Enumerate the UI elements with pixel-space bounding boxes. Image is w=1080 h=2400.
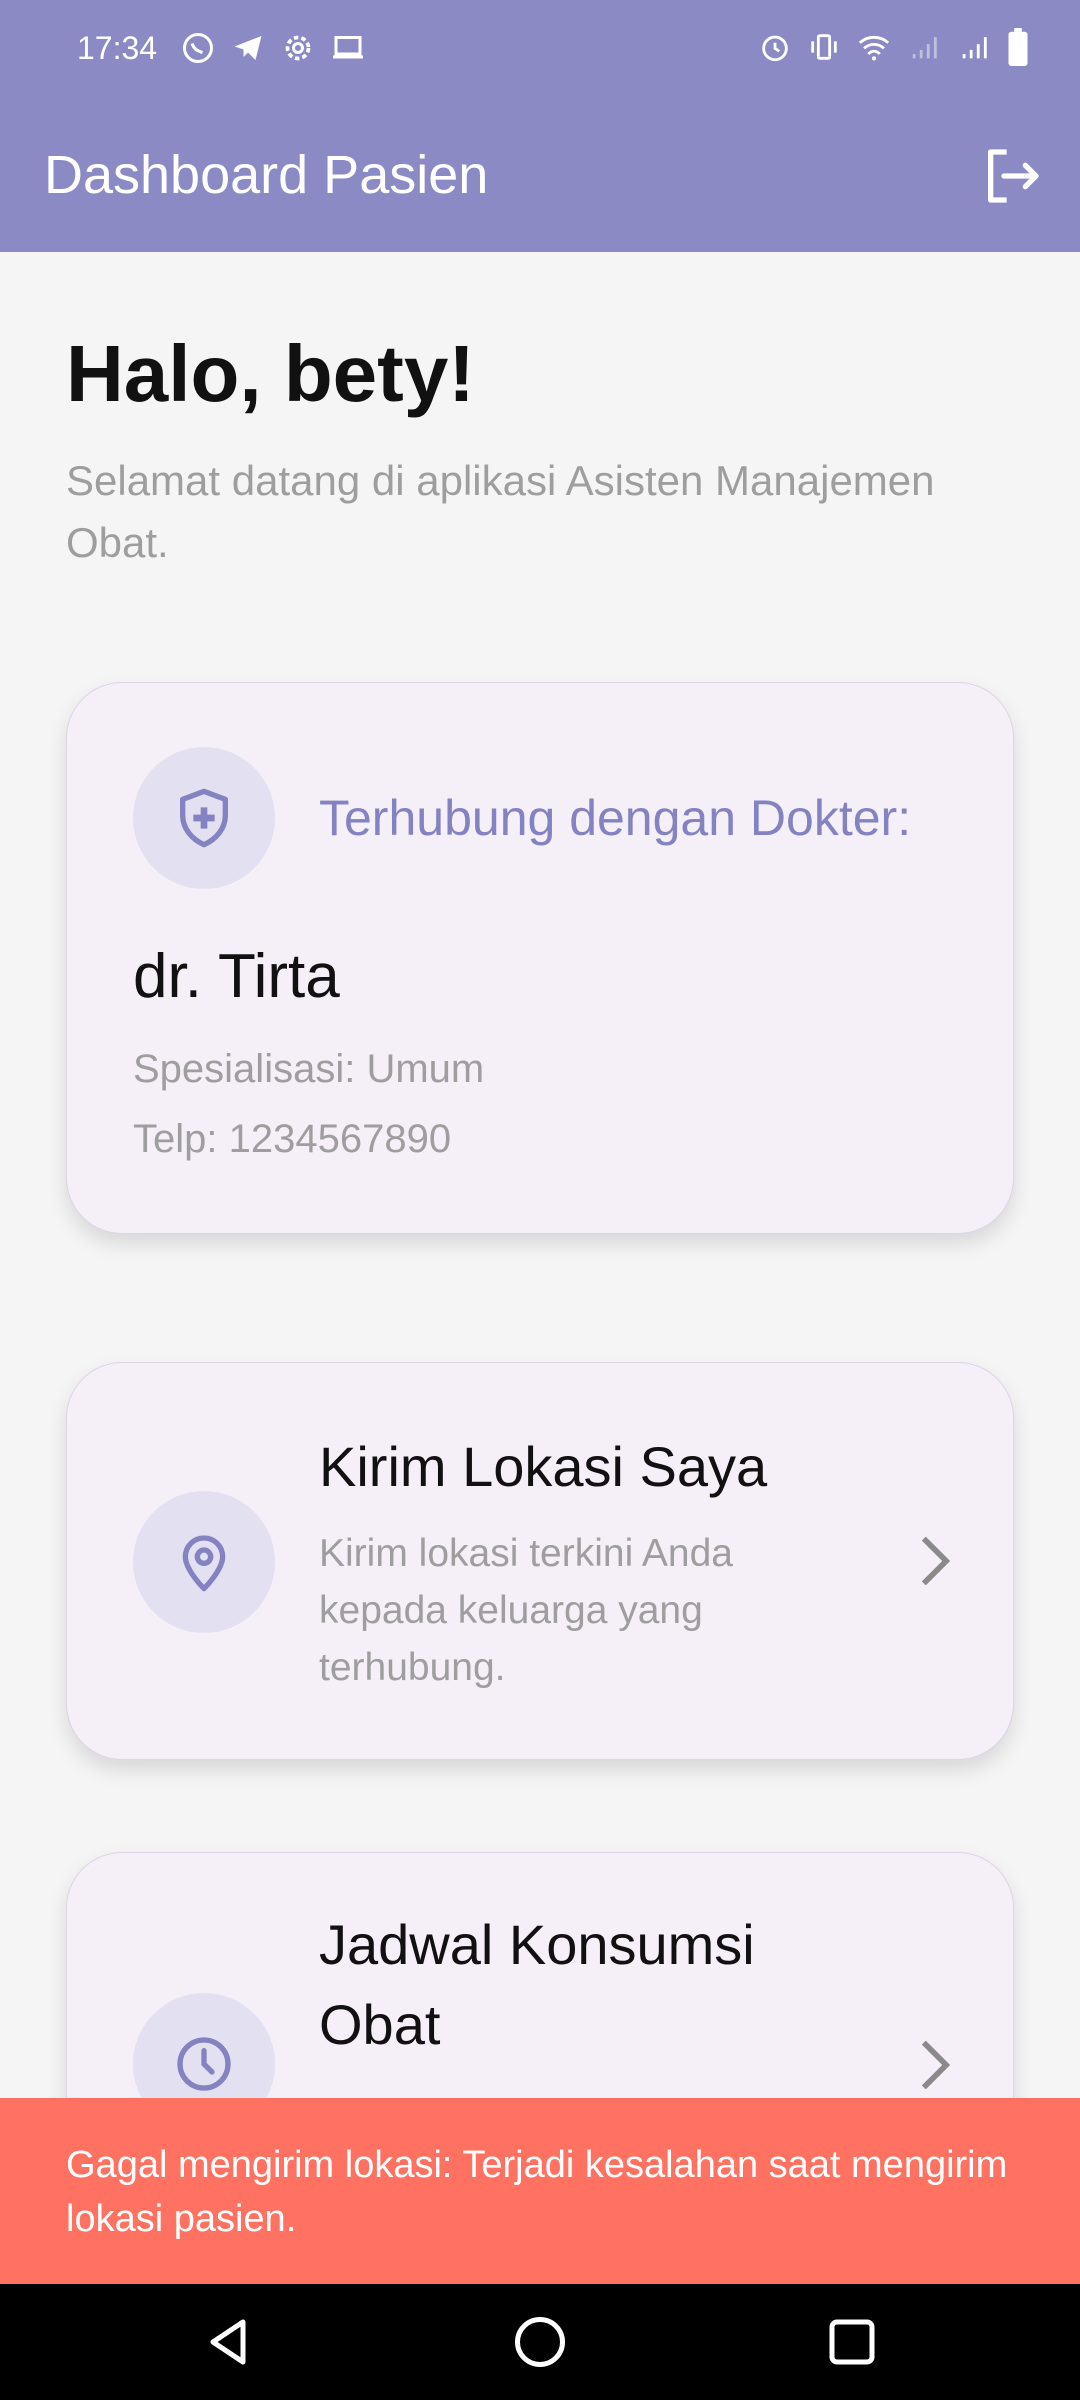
logout-button[interactable] xyxy=(980,144,1044,208)
system-nav-bar xyxy=(0,2284,1080,2400)
chevron-right-icon xyxy=(921,1536,951,1586)
recents-icon xyxy=(829,2319,875,2365)
back-icon xyxy=(210,2319,246,2365)
location-pin-icon xyxy=(182,1535,226,1592)
battery-icon xyxy=(1008,28,1028,66)
app-bar: Dashboard Pasien xyxy=(0,100,1080,252)
nav-home-button[interactable] xyxy=(510,2312,570,2372)
snackbar-message: Gagal mengirim lokasi: Terjadi kesalahan… xyxy=(66,2144,1008,2240)
telegram-icon xyxy=(234,36,262,60)
shield-plus-icon xyxy=(180,788,228,848)
send-location-title: Kirim Lokasi Saya xyxy=(319,1435,768,1498)
status-left-icons xyxy=(180,30,366,66)
whatsapp-icon xyxy=(183,33,213,63)
send-location-card[interactable]: Kirim Lokasi Saya Kirim lokasi terkini A… xyxy=(66,1362,1014,1760)
status-right-icons xyxy=(758,28,1030,66)
doctor-name: dr. Tirta xyxy=(133,942,340,1011)
nav-recents-button[interactable] xyxy=(822,2312,882,2372)
error-snackbar: Gagal mengirim lokasi: Terjadi kesalahan… xyxy=(0,2098,1080,2284)
welcome-text: Selamat datang di aplikasi Asisten Manaj… xyxy=(66,457,935,566)
doctor-card: Terhubung dengan Dokter: dr. Tirta Spesi… xyxy=(66,682,1014,1234)
medication-schedule-title: Jadwal Konsumsi Obat xyxy=(319,1913,755,2056)
doctor-phone: Telp: 1234567890 xyxy=(133,1117,452,1161)
location-icon-circle xyxy=(133,1491,275,1633)
doctor-heading: Terhubung dengan Dokter: xyxy=(319,790,912,846)
signal-icon xyxy=(962,37,987,59)
laptop-icon xyxy=(333,36,363,59)
chevron-right-icon xyxy=(921,2040,951,2090)
greeting-title: Halo, bety! xyxy=(66,329,475,418)
send-location-description: Kirim lokasi terkini Anda kepada keluarg… xyxy=(319,1532,733,1689)
alarm-icon xyxy=(762,35,788,62)
signal-icon xyxy=(912,37,937,59)
status-bar: 17:34 xyxy=(0,0,1080,100)
clock-icon xyxy=(177,2037,231,2091)
vibrate-icon xyxy=(811,34,837,60)
page-title: Dashboard Pasien xyxy=(44,145,489,205)
doctor-specialization: Spesialisasi: Umum xyxy=(133,1047,485,1091)
nav-back-button[interactable] xyxy=(198,2312,258,2372)
doctor-icon-circle xyxy=(133,747,275,889)
logout-icon xyxy=(988,149,1039,203)
home-icon xyxy=(515,2317,565,2367)
status-time: 17:34 xyxy=(77,30,158,66)
wifi-icon xyxy=(858,35,890,61)
settings-icon xyxy=(285,35,311,61)
